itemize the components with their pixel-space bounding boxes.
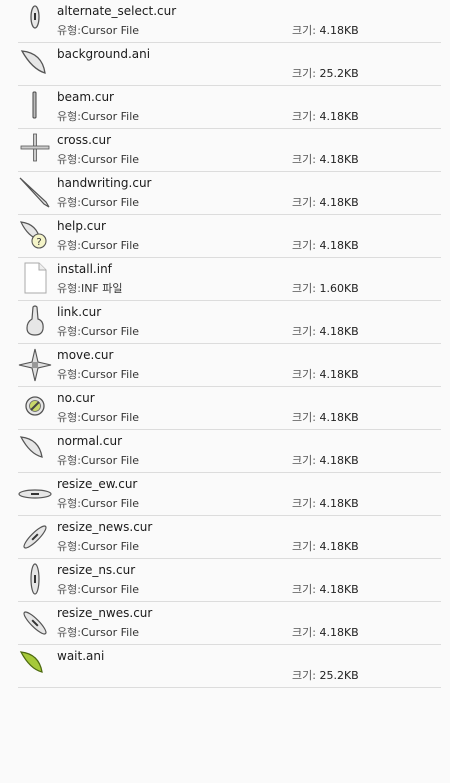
file-name: no.cur xyxy=(57,391,95,405)
list-item[interactable]: beam.cur 유형:Cursor File 크기: 4.18KB xyxy=(18,86,441,129)
file-type: 유형:Cursor File xyxy=(57,153,140,166)
file-size: 크기: 4.18KB xyxy=(292,196,359,209)
list-item[interactable]: resize_news.cur 유형:Cursor File 크기: 4.18K… xyxy=(18,516,441,559)
document-icon xyxy=(18,262,52,296)
file-size: 크기: 4.18KB xyxy=(292,497,359,510)
file-name: handwriting.cur xyxy=(57,176,152,190)
resize-vertical-icon xyxy=(18,563,52,597)
file-size: 크기: 4.18KB xyxy=(292,239,359,252)
list-item[interactable]: install.inf 유형:INF 파일 크기: 1.60KB xyxy=(18,258,441,301)
file-size: 크기: 4.18KB xyxy=(292,411,359,424)
file-type: 유형:Cursor File xyxy=(57,454,140,467)
file-size: 크기: 4.18KB xyxy=(292,583,359,596)
file-size: 크기: 25.2KB xyxy=(292,669,359,682)
list-item[interactable]: handwriting.cur 유형:Cursor File 크기: 4.18K… xyxy=(18,172,441,215)
list-item[interactable]: ? help.cur 유형:Cursor File 크기: 4.18KB xyxy=(18,215,441,258)
list-item[interactable]: normal.cur 유형:Cursor File 크기: 4.18KB xyxy=(18,430,441,473)
file-type: 유형:Cursor File xyxy=(57,239,140,252)
list-item[interactable]: resize_nwes.cur 유형:Cursor File 크기: 4.18K… xyxy=(18,602,441,645)
file-name: resize_nwes.cur xyxy=(57,606,153,620)
file-type: 유형:Cursor File xyxy=(57,411,140,424)
file-name: resize_ew.cur xyxy=(57,477,138,491)
resize-diagonal-ne-icon xyxy=(18,520,52,554)
list-item[interactable]: no.cur 유형:Cursor File 크기: 4.18KB xyxy=(18,387,441,430)
busy-pointer-icon xyxy=(18,47,52,81)
file-size: 크기: 4.18KB xyxy=(292,540,359,553)
file-type: 유형:Cursor File xyxy=(57,196,140,209)
unavailable-icon xyxy=(18,391,52,425)
list-item[interactable]: resize_ew.cur 유형:Cursor File 크기: 4.18KB xyxy=(18,473,441,516)
list-item[interactable]: link.cur 유형:Cursor File 크기: 4.18KB xyxy=(18,301,441,344)
file-type: 유형:Cursor File xyxy=(57,110,140,123)
alt-select-cursor-icon xyxy=(18,4,52,38)
list-item[interactable]: wait.ani 크기: 25.2KB xyxy=(18,645,441,688)
list-item[interactable]: resize_ns.cur 유형:Cursor File 크기: 4.18KB xyxy=(18,559,441,602)
crosshair-icon xyxy=(18,133,52,167)
file-name: cross.cur xyxy=(57,133,112,147)
list-item[interactable]: background.ani 크기: 25.2KB xyxy=(18,43,441,86)
file-size: 크기: 4.18KB xyxy=(292,368,359,381)
file-type: 유형:Cursor File xyxy=(57,583,140,596)
file-size: 크기: 25.2KB xyxy=(292,67,359,80)
file-name: background.ani xyxy=(57,47,151,61)
file-size: 크기: 4.18KB xyxy=(292,24,359,37)
move-arrows-icon xyxy=(18,348,52,382)
resize-diagonal-nw-icon xyxy=(18,606,52,640)
file-type: 유형:Cursor File xyxy=(57,24,140,37)
file-size: 크기: 4.18KB xyxy=(292,325,359,338)
hand-link-icon xyxy=(18,305,52,339)
file-name: wait.ani xyxy=(57,649,105,663)
file-name: normal.cur xyxy=(57,434,122,448)
help-pointer-icon: ? xyxy=(18,219,52,253)
file-type: 유형:Cursor File xyxy=(57,368,140,381)
file-size: 크기: 4.18KB xyxy=(292,454,359,467)
pointer-icon xyxy=(18,434,52,468)
file-name: help.cur xyxy=(57,219,106,233)
file-size: 크기: 4.18KB xyxy=(292,110,359,123)
file-type: 유형:INF 파일 xyxy=(57,282,123,295)
list-item[interactable]: alternate_select.cur 유형:Cursor File 크기: … xyxy=(18,0,441,43)
list-item[interactable]: cross.cur 유형:Cursor File 크기: 4.18KB xyxy=(18,129,441,172)
file-type: 유형:Cursor File xyxy=(57,540,140,553)
file-name: resize_ns.cur xyxy=(57,563,136,577)
resize-horizontal-icon xyxy=(18,477,52,511)
list-item[interactable]: move.cur 유형:Cursor File 크기: 4.18KB xyxy=(18,344,441,387)
wait-leaf-icon xyxy=(18,649,52,683)
svg-text:?: ? xyxy=(36,237,41,248)
text-beam-icon xyxy=(18,90,52,124)
file-name: install.inf xyxy=(57,262,112,276)
file-name: alternate_select.cur xyxy=(57,4,177,18)
file-size: 크기: 4.18KB xyxy=(292,153,359,166)
file-name: beam.cur xyxy=(57,90,114,104)
file-size: 크기: 1.60KB xyxy=(292,282,359,295)
file-name: link.cur xyxy=(57,305,102,319)
file-type: 유형:Cursor File xyxy=(57,497,140,510)
pen-icon xyxy=(18,176,52,210)
file-name: resize_news.cur xyxy=(57,520,153,534)
file-type: 유형:Cursor File xyxy=(57,325,140,338)
file-size: 크기: 4.18KB xyxy=(292,626,359,639)
file-type: 유형:Cursor File xyxy=(57,626,140,639)
file-name: move.cur xyxy=(57,348,114,362)
file-list: alternate_select.cur 유형:Cursor File 크기: … xyxy=(0,0,450,688)
